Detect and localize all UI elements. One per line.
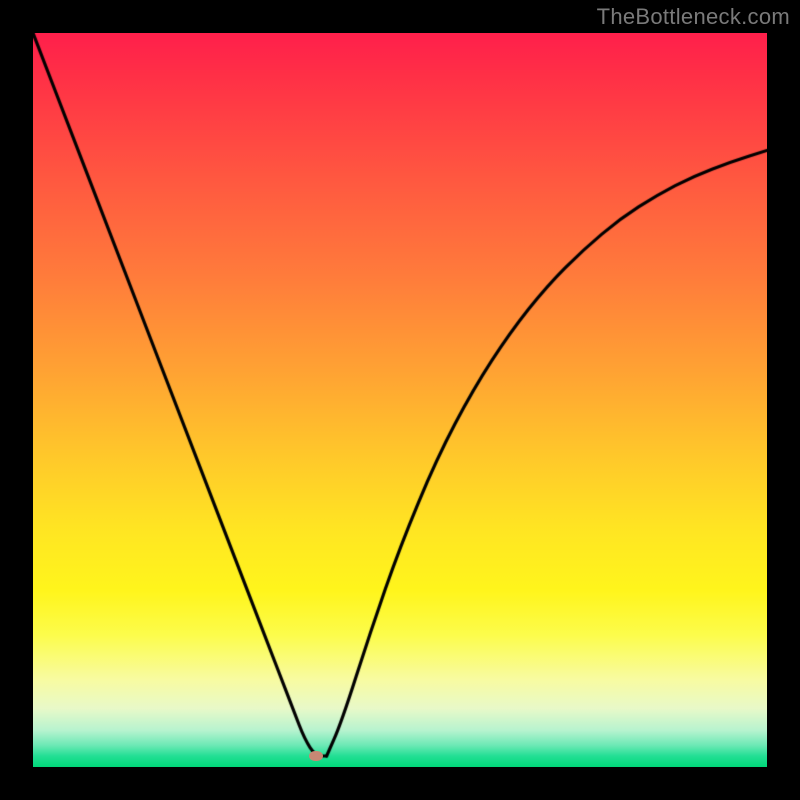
chart-frame: TheBottleneck.com	[0, 0, 800, 800]
min-point-marker	[309, 751, 323, 761]
watermark-label: TheBottleneck.com	[597, 4, 790, 30]
curve-canvas	[33, 33, 767, 767]
